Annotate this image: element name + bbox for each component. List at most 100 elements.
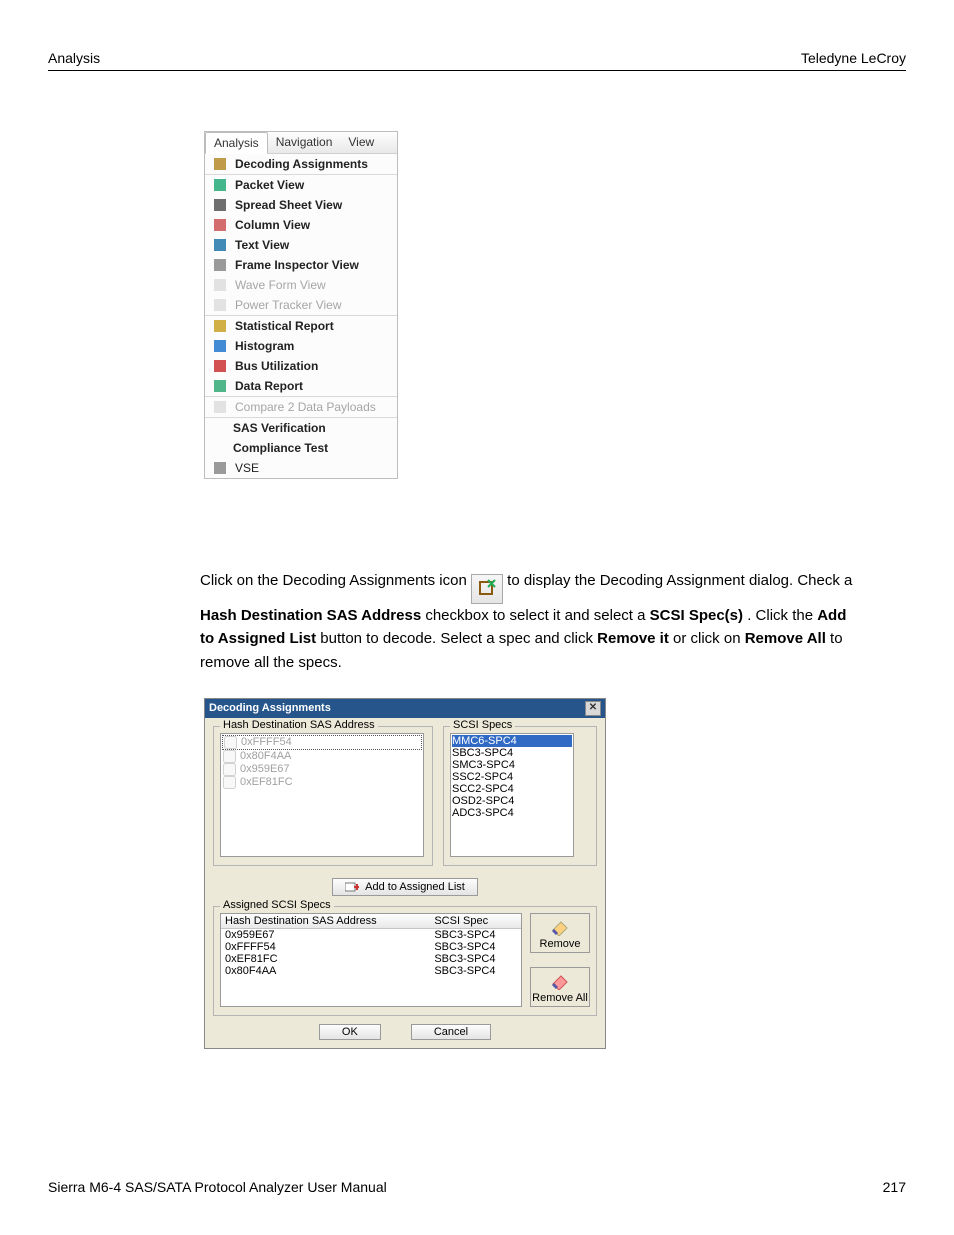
menu-item-label: VSE bbox=[235, 461, 259, 475]
menu-item-label: Power Tracker View bbox=[235, 298, 341, 312]
scsi-legend: SCSI Specs bbox=[450, 719, 515, 731]
menu-item[interactable]: Decoding Assignments bbox=[205, 154, 397, 174]
scsi-spec-item[interactable]: OSD2-SPC4 bbox=[452, 795, 572, 807]
assigned-addr: 0xEF81FC bbox=[221, 953, 430, 965]
text: Click on the Decoding Assignments icon bbox=[200, 572, 471, 589]
text: . Click the bbox=[747, 607, 817, 624]
tab-view[interactable]: View bbox=[340, 132, 382, 153]
remove-all-label: Remove All bbox=[532, 992, 588, 1004]
assigned-row[interactable]: 0xFFFF54SBC3-SPC4 bbox=[221, 941, 521, 953]
tab-analysis[interactable]: Analysis bbox=[205, 132, 268, 154]
menu-item-label: Packet View bbox=[235, 178, 304, 192]
menu-item-label: Wave Form View bbox=[235, 278, 326, 292]
menu-icon bbox=[213, 218, 227, 232]
header-right: Teledyne LeCroy bbox=[801, 50, 906, 66]
text: or click on bbox=[673, 630, 745, 647]
menu-item[interactable]: Statistical Report bbox=[205, 316, 397, 336]
menu-icon bbox=[213, 298, 227, 312]
col-scsi-spec: SCSI Spec bbox=[430, 914, 521, 929]
remove-button[interactable]: Remove bbox=[530, 913, 590, 953]
remove-label: Remove bbox=[540, 938, 581, 950]
col-hash-address: Hash Destination SAS Address bbox=[221, 914, 430, 929]
hash-checkbox[interactable] bbox=[223, 763, 236, 776]
menu-item[interactable]: Frame Inspector View bbox=[205, 255, 397, 275]
hash-checkbox[interactable] bbox=[224, 736, 237, 749]
menu-item[interactable]: Compliance Test bbox=[205, 438, 397, 458]
menu-item[interactable]: SAS Verification bbox=[205, 418, 397, 438]
assigned-legend: Assigned SCSI Specs bbox=[220, 899, 334, 911]
menu-item-label: Compare 2 Data Payloads bbox=[235, 400, 376, 414]
add-to-assigned-button[interactable]: Add to Assigned List bbox=[332, 878, 478, 896]
decoding-assignments-dialog: Decoding Assignments ✕ Hash Destination … bbox=[204, 698, 606, 1049]
hash-address-item[interactable]: 0x959E67 bbox=[222, 763, 422, 776]
menu-item-label: Frame Inspector View bbox=[235, 258, 359, 272]
scsi-spec-item[interactable]: SSC2-SPC4 bbox=[452, 771, 572, 783]
cancel-button[interactable]: Cancel bbox=[411, 1024, 491, 1040]
menu-icon bbox=[213, 461, 227, 475]
menu-icon bbox=[213, 339, 227, 353]
menu-item: Power Tracker View bbox=[205, 295, 397, 315]
menu-item[interactable]: Packet View bbox=[205, 175, 397, 195]
footer-page-number: 217 bbox=[883, 1179, 906, 1195]
hash-checkbox[interactable] bbox=[223, 750, 236, 763]
hash-checkbox[interactable] bbox=[223, 776, 236, 789]
hash-address-item[interactable]: 0xEF81FC bbox=[222, 776, 422, 789]
scsi-spec-item[interactable]: SMC3-SPC4 bbox=[452, 759, 572, 771]
scsi-spec-item[interactable]: SCC2-SPC4 bbox=[452, 783, 572, 795]
hash-legend: Hash Destination SAS Address bbox=[220, 719, 378, 731]
add-button-label: Add to Assigned List bbox=[365, 881, 465, 893]
assigned-row[interactable]: 0xEF81FCSBC3-SPC4 bbox=[221, 953, 521, 965]
menu-item[interactable]: VSE bbox=[205, 458, 397, 478]
hash-address-item[interactable]: 0xFFFF54 bbox=[222, 735, 422, 750]
remove-all-button[interactable]: Remove All bbox=[530, 967, 590, 1007]
menu-item-label: Statistical Report bbox=[235, 319, 334, 333]
menu-item[interactable]: Bus Utilization bbox=[205, 356, 397, 376]
menu-icon bbox=[213, 258, 227, 272]
menu-icon bbox=[213, 238, 227, 252]
menu-item-label: Column View bbox=[235, 218, 310, 232]
ok-button[interactable]: OK bbox=[319, 1024, 381, 1040]
menu-icon bbox=[213, 379, 227, 393]
menu-item[interactable]: Text View bbox=[205, 235, 397, 255]
page-footer: Sierra M6-4 SAS/SATA Protocol Analyzer U… bbox=[48, 1179, 906, 1195]
menu-item[interactable]: Histogram bbox=[205, 336, 397, 356]
menu-item-label: Histogram bbox=[235, 339, 294, 353]
assigned-row[interactable]: 0x80F4AASBC3-SPC4 bbox=[221, 965, 521, 977]
close-icon[interactable]: ✕ bbox=[585, 701, 601, 716]
menu-item[interactable]: Column View bbox=[205, 215, 397, 235]
text-bold: Remove All bbox=[745, 630, 826, 647]
menu-icon bbox=[213, 157, 227, 171]
text: button to decode. Select a spec and clic… bbox=[320, 630, 597, 647]
hash-address-item[interactable]: 0x80F4AA bbox=[222, 750, 422, 763]
menu-item-label: Data Report bbox=[235, 379, 303, 393]
text: to display the Decoding Assignment dialo… bbox=[507, 572, 852, 589]
scsi-spec-item[interactable]: MMC6-SPC4 bbox=[452, 735, 572, 747]
dialog-title: Decoding Assignments bbox=[209, 702, 331, 714]
menu-item-label: Text View bbox=[235, 238, 289, 252]
assigned-row[interactable]: 0x959E67SBC3-SPC4 bbox=[221, 928, 521, 941]
add-icon bbox=[345, 881, 359, 893]
menu-icon bbox=[213, 359, 227, 373]
menu-icon bbox=[213, 278, 227, 292]
assigned-spec: SBC3-SPC4 bbox=[430, 941, 521, 953]
text-bold: SCSI Spec(s) bbox=[650, 607, 743, 624]
text-bold: Remove it bbox=[597, 630, 669, 647]
assigned-spec: SBC3-SPC4 bbox=[430, 928, 521, 941]
tab-navigation[interactable]: Navigation bbox=[268, 132, 341, 153]
assigned-addr: 0xFFFF54 bbox=[221, 941, 430, 953]
menu-item-label: Decoding Assignments bbox=[235, 157, 368, 171]
scsi-spec-item[interactable]: SBC3-SPC4 bbox=[452, 747, 572, 759]
menu-item[interactable]: Spread Sheet View bbox=[205, 195, 397, 215]
hash-address-list[interactable]: 0xFFFF540x80F4AA0x959E670xEF81FC bbox=[220, 733, 424, 857]
menu-icon bbox=[213, 178, 227, 192]
assigned-addr: 0x959E67 bbox=[221, 928, 430, 941]
scsi-specs-list[interactable]: MMC6-SPC4SBC3-SPC4SMC3-SPC4SSC2-SPC4SCC2… bbox=[450, 733, 574, 857]
page-header: Analysis Teledyne LeCroy bbox=[48, 50, 906, 71]
menu-item-label: Bus Utilization bbox=[235, 359, 318, 373]
assigned-specs-table[interactable]: Hash Destination SAS Address SCSI Spec 0… bbox=[220, 913, 522, 1007]
menu-item-label: Spread Sheet View bbox=[235, 198, 342, 212]
scsi-spec-item[interactable]: ADC3-SPC4 bbox=[452, 807, 572, 819]
text-bold: Hash Destination SAS Address bbox=[200, 607, 421, 624]
footer-left: Sierra M6-4 SAS/SATA Protocol Analyzer U… bbox=[48, 1179, 387, 1195]
menu-item[interactable]: Data Report bbox=[205, 376, 397, 396]
